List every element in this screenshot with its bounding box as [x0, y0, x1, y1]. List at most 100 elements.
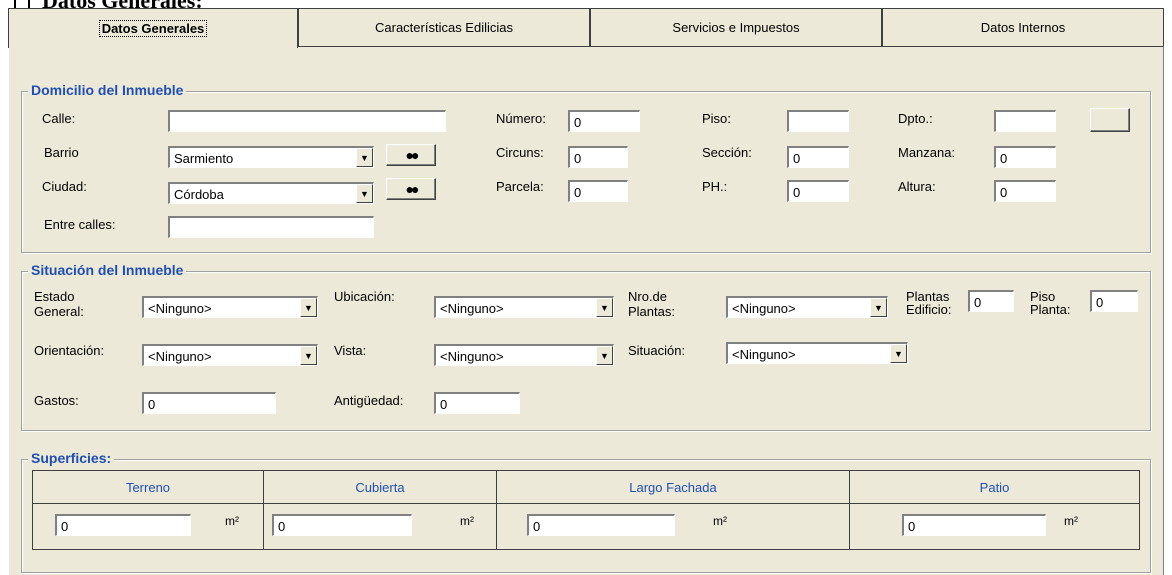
terreno-cell: 0 m² [32, 503, 264, 550]
circuns-input[interactable]: 0 [568, 146, 628, 168]
ciudad-search-button[interactable]: ●● [386, 178, 436, 200]
situacion-group: Situación del Inmueble Estado General: <… [21, 262, 1151, 431]
superficies-table: Terreno Cubierta Largo Fachada Patio 0 m… [32, 470, 1140, 550]
nro-plantas-select-value: <Ninguno> [732, 301, 796, 316]
vista-select[interactable]: <Ninguno> ▼ [434, 344, 614, 366]
estado-select-value: <Ninguno> [148, 301, 212, 316]
seccion-label: Sección: [702, 145, 752, 160]
tab-servicios-impuestos[interactable]: Servicios e Impuestos [590, 8, 882, 46]
barrio-select[interactable]: Sarmiento ▼ [168, 146, 374, 168]
binoculars-icon: ●● [405, 181, 420, 197]
piso-planta-label-line2: Planta: [1030, 302, 1071, 317]
situacion-select[interactable]: <Ninguno> ▼ [726, 342, 908, 364]
chevron-down-icon[interactable]: ▼ [596, 298, 613, 317]
manzana-label: Manzana: [898, 145, 956, 160]
dpto-button[interactable] [1090, 108, 1130, 132]
tab-datos-generales[interactable]: Datos Generales [8, 8, 298, 48]
entre-calles-input[interactable] [168, 216, 374, 238]
ubicacion-select-value: <Ninguno> [440, 301, 504, 316]
cubierta-input[interactable]: 0 [272, 514, 412, 536]
calle-label: Calle: [42, 111, 76, 126]
ph-label: PH.: [702, 179, 728, 194]
largo-fachada-input[interactable]: 0 [527, 514, 675, 536]
chevron-down-icon[interactable]: ▼ [890, 344, 907, 363]
largo-fachada-header: Largo Fachada [496, 470, 850, 504]
chevron-down-icon[interactable]: ▼ [356, 148, 373, 167]
calle-input[interactable] [168, 110, 446, 132]
ciudad-label: Ciudad: [42, 179, 87, 194]
plantas-edificio-label-line2: Edificio: [906, 302, 952, 317]
ubicacion-select[interactable]: <Ninguno> ▼ [434, 296, 614, 318]
ph-input[interactable]: 0 [787, 180, 849, 202]
situacion-select-value: <Ninguno> [732, 347, 796, 362]
tab-label: Datos Generales [98, 20, 208, 37]
patio-input[interactable]: 0 [902, 514, 1046, 536]
superficies-legend: Superficies: [28, 450, 115, 466]
ciudad-select-value: Córdoba [174, 187, 224, 202]
largo-fachada-cell: 0 m² [496, 503, 850, 550]
seccion-input[interactable]: 0 [787, 146, 849, 168]
estado-label-line2: General: [34, 304, 84, 319]
chevron-down-icon[interactable]: ▼ [596, 346, 613, 365]
entre-calles-label: Entre calles: [44, 217, 116, 232]
ubicacion-label: Ubicación: [334, 289, 395, 304]
estado-label-line1: Estado [34, 289, 75, 304]
terreno-unit: m² [225, 514, 239, 528]
altura-input[interactable]: 0 [994, 180, 1056, 202]
gastos-label: Gastos: [34, 393, 79, 408]
cubierta-header: Cubierta [263, 470, 497, 504]
superficies-group: Superficies: Terreno Cubierta Largo Fach… [21, 450, 1151, 573]
orientacion-select[interactable]: <Ninguno> ▼ [142, 344, 318, 366]
antiguedad-input[interactable]: 0 [434, 392, 520, 414]
ciudad-select[interactable]: Córdoba ▼ [168, 182, 374, 204]
altura-label: Altura: [898, 179, 936, 194]
barrio-select-value: Sarmiento [174, 151, 234, 166]
orientacion-label: Orientación: [34, 343, 105, 358]
tab-label: Servicios e Impuestos [672, 20, 800, 35]
numero-label: Número: [496, 111, 546, 126]
tab-strip: Datos Generales Características Edilicia… [8, 8, 1164, 48]
domicilio-group: Domicilio del Inmueble Calle: Número: 0 … [21, 82, 1151, 253]
gastos-input[interactable]: 0 [142, 392, 276, 414]
nro-plantas-label-line2: Plantas: [628, 304, 675, 319]
patio-unit: m² [1064, 514, 1078, 528]
piso-planta-input[interactable]: 0 [1090, 290, 1138, 312]
tab-caracteristicas-edilicias[interactable]: Características Edilicias [298, 8, 590, 46]
chevron-down-icon[interactable]: ▼ [870, 298, 887, 317]
plantas-edificio-input[interactable]: 0 [968, 290, 1014, 312]
situacion-label: Situación: [628, 343, 686, 358]
vista-label: Vista: [334, 343, 367, 358]
manzana-input[interactable]: 0 [994, 146, 1056, 168]
barrio-label: Barrio [44, 145, 79, 160]
dpto-input[interactable] [994, 110, 1056, 132]
chevron-down-icon[interactable]: ▼ [300, 298, 317, 317]
patio-cell: 0 m² [849, 503, 1140, 550]
estado-select[interactable]: <Ninguno> ▼ [142, 296, 318, 318]
chevron-down-icon[interactable]: ▼ [356, 184, 373, 203]
largo-fachada-unit: m² [713, 514, 727, 528]
piso-input[interactable] [787, 110, 849, 132]
piso-label: Piso: [702, 111, 731, 126]
tab-datos-internos[interactable]: Datos Internos [882, 8, 1164, 46]
antiguedad-label: Antigüedad: [334, 393, 404, 408]
barrio-search-button[interactable]: ●● [386, 144, 436, 166]
orientacion-select-value: <Ninguno> [148, 349, 212, 364]
cubierta-unit: m² [460, 514, 474, 528]
nro-plantas-label-line1: Nro.de [628, 289, 668, 304]
terreno-header: Terreno [32, 470, 264, 504]
tab-label: Características Edilicias [375, 20, 513, 35]
chevron-down-icon[interactable]: ▼ [300, 346, 317, 365]
tab-label: Datos Internos [980, 20, 1066, 35]
tab-panel: Domicilio del Inmueble Calle: Número: 0 … [8, 46, 1164, 575]
parcela-label: Parcela: [496, 179, 544, 194]
vista-select-value: <Ninguno> [440, 349, 504, 364]
parcela-input[interactable]: 0 [568, 180, 628, 202]
numero-input[interactable]: 0 [568, 110, 640, 132]
circuns-label: Circuns: [496, 145, 544, 160]
binoculars-icon: ●● [405, 147, 420, 163]
situacion-legend: Situación del Inmueble [28, 262, 187, 278]
cubierta-cell: 0 m² [263, 503, 497, 550]
nro-plantas-select[interactable]: <Ninguno> ▼ [726, 296, 888, 318]
domicilio-legend: Domicilio del Inmueble [28, 82, 187, 98]
terreno-input[interactable]: 0 [55, 514, 191, 536]
